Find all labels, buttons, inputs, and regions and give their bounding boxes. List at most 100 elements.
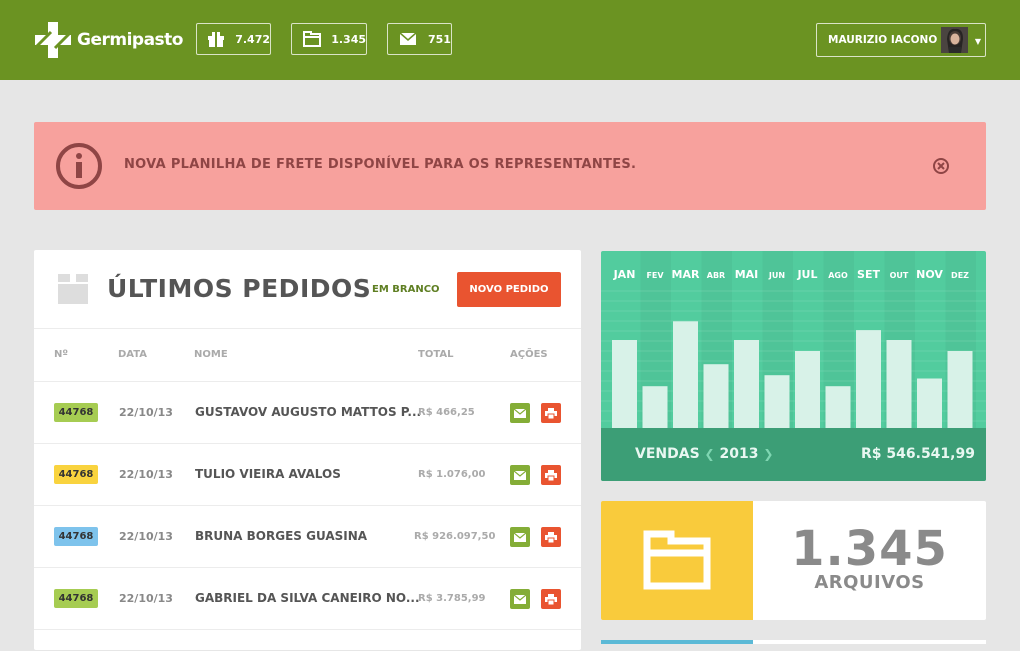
- table-row[interactable]: 44768 22/10/13 TULIO VIEIRA AVALOS R$ 1.…: [34, 443, 581, 506]
- files-icon-panel: [601, 501, 753, 620]
- order-date: 22/10/13: [119, 530, 173, 543]
- order-total: R$ 1.076,00: [418, 469, 486, 480]
- chart-month-label: JAN: [613, 268, 636, 281]
- alert-message: NOVA PLANILHA DE FRETE DISPONÍVEL PARA O…: [124, 157, 637, 172]
- chart-bar[interactable]: [673, 321, 698, 428]
- chart-month-label: DEZ: [951, 271, 969, 280]
- mail-icon: [514, 470, 526, 480]
- print-icon: [545, 469, 557, 481]
- chart-bar[interactable]: [856, 330, 881, 428]
- info-icon: [56, 143, 102, 189]
- order-total: R$ 466,25: [418, 407, 475, 418]
- order-date: 22/10/13: [119, 592, 173, 605]
- mail-icon: [514, 532, 526, 542]
- sales-year: 2013: [719, 446, 759, 462]
- chart-month-label: OUT: [890, 271, 909, 280]
- chart-bar[interactable]: [886, 340, 912, 428]
- user-name: MAURIZIO IACONO: [828, 34, 938, 46]
- sales-bar-chart: JAN FEV MAR ABR MAI JUN JUL AGO SET OUT NOV DEZ: [601, 268, 986, 429]
- chart-bar[interactable]: [703, 364, 729, 428]
- orders-header: ÚLTIMOS PEDIDOS EM BRANCO NOVO PEDIDO: [34, 250, 581, 329]
- print-button[interactable]: [541, 527, 561, 547]
- column-header-total: TOTAL: [418, 349, 454, 360]
- chart-bar[interactable]: [825, 386, 851, 428]
- stat-value: 7.472: [235, 32, 270, 46]
- chart-bar[interactable]: [642, 386, 668, 428]
- table-row[interactable]: 44768 22/10/13 GUSTAVOV AUGUSTO MATTOS P…: [34, 381, 581, 444]
- stat-button-messages[interactable]: 751: [387, 23, 452, 55]
- user-menu[interactable]: MAURIZIO IACONO ▼: [816, 23, 986, 57]
- print-button[interactable]: [541, 403, 561, 423]
- stat-button-files[interactable]: 1.345: [291, 23, 367, 55]
- sales-total: R$ 546.541,99: [861, 446, 975, 462]
- cross-logo-icon: [35, 22, 71, 58]
- avatar-icon: [941, 27, 968, 53]
- send-email-button[interactable]: [510, 465, 530, 485]
- print-button[interactable]: [541, 589, 561, 609]
- box-icon: [58, 274, 88, 304]
- chevron-left-icon[interactable]: ❮: [705, 447, 715, 461]
- print-icon: [545, 531, 557, 543]
- chart-month-label: ABR: [707, 271, 725, 280]
- mail-icon: [398, 31, 418, 47]
- table-row[interactable]: 44768 22/10/13 BRUNA BORGES GUASINA R$ 9…: [34, 505, 581, 568]
- order-name: BRUNA BORGES GUASINA: [195, 529, 368, 543]
- gift-icon: [207, 31, 225, 47]
- chart-month-label: JUL: [796, 268, 817, 281]
- orders-title: ÚLTIMOS PEDIDOS: [107, 274, 372, 303]
- blank-order-link[interactable]: EM BRANCO: [372, 284, 440, 295]
- chart-bar[interactable]: [917, 378, 942, 429]
- folder-icon: [302, 31, 321, 47]
- chart-month-label: NOV: [916, 268, 943, 281]
- order-number-badge: 44768: [54, 403, 98, 422]
- table-row[interactable]: 44768 22/10/13 GABRIEL DA SILVA CANEIRO …: [34, 567, 581, 630]
- next-card-edge: [753, 640, 986, 644]
- files-stat-card[interactable]: 1.345 ARQUIVOS: [601, 501, 986, 620]
- column-header-actions: AÇÕES: [510, 349, 548, 360]
- chart-bar[interactable]: [612, 340, 637, 428]
- order-number-badge: 44768: [54, 465, 98, 484]
- sales-label-group: VENDAS ❮ 2013 ❯: [635, 446, 773, 462]
- stat-button-gifts[interactable]: 7.472: [196, 23, 271, 55]
- chart-month-label: FEV: [646, 271, 664, 280]
- chart-bar[interactable]: [947, 351, 973, 428]
- order-name: GUSTAVOV AUGUSTO MATTOS P...: [195, 405, 422, 419]
- stat-value: 1.345: [331, 32, 366, 46]
- send-email-button[interactable]: [510, 589, 530, 609]
- close-circle-icon[interactable]: [932, 157, 950, 175]
- print-icon: [545, 593, 557, 605]
- chart-bar[interactable]: [795, 351, 820, 428]
- sales-label: VENDAS: [635, 446, 700, 462]
- brand-logo[interactable]: Germipasto: [33, 20, 183, 60]
- chart-bar[interactable]: [764, 375, 790, 428]
- new-order-button[interactable]: NOVO PEDIDO: [457, 272, 561, 307]
- send-email-button[interactable]: [510, 403, 530, 423]
- alert-banner: NOVA PLANILHA DE FRETE DISPONÍVEL PARA O…: [34, 122, 986, 210]
- folder-icon: [643, 530, 711, 590]
- order-number-badge: 44768: [54, 527, 98, 546]
- column-header-number: Nº: [54, 349, 69, 360]
- send-email-button[interactable]: [510, 527, 530, 547]
- brand-name: Germipasto: [77, 30, 183, 50]
- next-card-edge: [601, 640, 753, 644]
- print-button[interactable]: [541, 465, 561, 485]
- chart-month-label: SET: [857, 268, 880, 281]
- chart-month-label: MAI: [735, 268, 759, 281]
- chart-month-label: JUN: [768, 271, 785, 280]
- files-count: 1.345: [791, 521, 948, 577]
- column-header-date: DATA: [118, 349, 148, 360]
- order-number-badge: 44768: [54, 589, 98, 608]
- print-icon: [545, 407, 557, 419]
- mail-icon: [514, 408, 526, 418]
- chevron-down-icon: ▼: [974, 37, 981, 46]
- chart-bar[interactable]: [734, 340, 759, 428]
- chart-month-label: MAR: [672, 268, 700, 281]
- orders-panel: ÚLTIMOS PEDIDOS EM BRANCO NOVO PEDIDO Nº…: [34, 250, 581, 650]
- order-date: 22/10/13: [119, 468, 173, 481]
- sales-chart-card: JAN FEV MAR ABR MAI JUN JUL AGO SET OUT NOV DEZ VEN…: [601, 251, 986, 481]
- top-bar: Germipasto 7.472 1.345 751 MAURIZIO IACO…: [0, 0, 1020, 80]
- files-label: ARQUIVOS: [814, 572, 925, 593]
- chevron-right-icon[interactable]: ❯: [763, 447, 773, 461]
- table-row[interactable]: [34, 629, 581, 651]
- order-total: R$ 3.785,99: [418, 593, 486, 604]
